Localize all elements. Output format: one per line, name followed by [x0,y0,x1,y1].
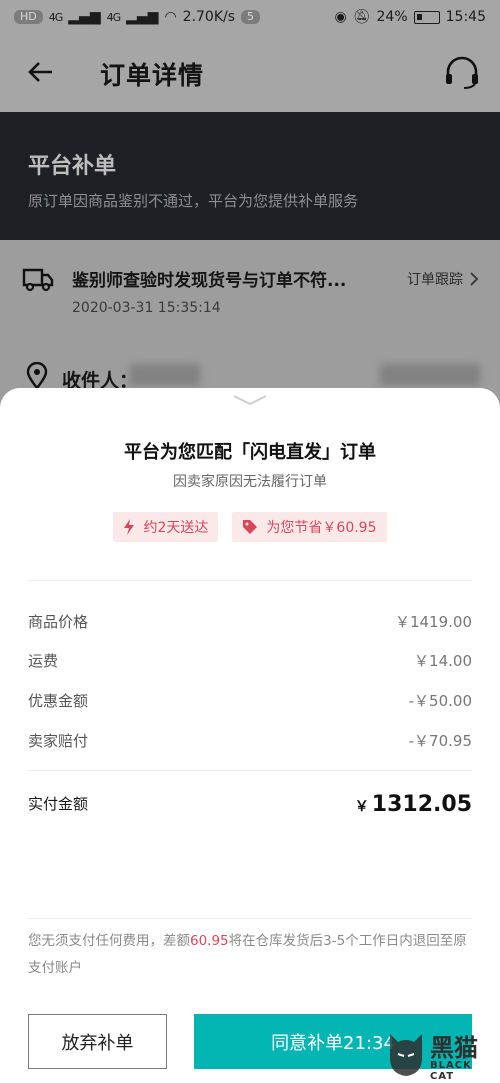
signal-4g-2: 4G [106,10,121,24]
address-row: 收件人： [0,334,500,394]
recipient-phone-redacted [380,364,480,386]
total-amount: ￥ 1312.05 [355,792,472,817]
customer-service-button[interactable] [442,54,482,90]
battery-icon [413,10,440,24]
mute-bell-icon: 🔕︎ [352,9,371,25]
battery-percent: 24% [376,9,408,25]
fee-value: -￥70.95 [408,732,472,750]
order-tracking-label: 订单跟踪 [407,272,463,288]
savings-text: 为您节省￥60.95 [266,520,377,536]
sheet-title: 平台为您匹配「闪电直发」订单 [124,442,376,463]
tracking-row[interactable]: 鉴别师查验时发现货号与订单不符... 2020-03-31 15:35:14 订… [0,240,500,334]
truck-icon [22,268,54,292]
watermark-en: BLACK CAT [430,1060,472,1082]
app-header: 订单详情 [0,34,500,112]
notice-pre: 您无须支付任何费用，差额 [28,933,190,949]
banner-subtitle: 原订单因商品鉴别不通过，平台为您提供补单服务 [28,192,359,210]
status-bar: HD 4G ▂▄▆ 4G ▂▄▆ ◠ 2.70K/s 5 ◉ 🔕︎ 24% 15… [0,0,500,34]
page-title: 订单详情 [100,61,205,90]
reorder-sheet: 平台为您匹配「闪电直发」订单 因卖家原因无法履行订单 约2天送达 为您节省￥60… [0,388,500,1083]
divider [28,770,472,771]
savings-tag: 为您节省￥60.95 [232,512,387,542]
tracking-time: 2020-03-31 15:35:14 [72,300,221,316]
headset-icon [446,56,478,89]
order-tracking-link[interactable]: 订单跟踪 [407,269,479,289]
watermark-cn: 黑猫 [430,1034,478,1062]
banner-title: 平台补单 [28,154,117,179]
total-label: 实付金额 [28,795,89,813]
divider [28,918,472,919]
back-button[interactable] [24,56,56,88]
lightning-icon [124,519,135,535]
fee-label: 商品价格 [28,613,89,631]
fee-value: ￥1419.00 [394,613,472,631]
fee-row-compensation: 卖家赔付 -￥70.95 [28,730,472,751]
chevron-down-icon[interactable] [232,392,268,408]
location-pin-icon [26,362,48,390]
fee-row-price: 商品价格 ￥1419.00 [28,611,472,632]
eye-icon: ◉ [334,9,347,25]
signal-bars-icon-2: ▂▄▆ [126,9,159,25]
abandon-reorder-button[interactable]: 放弃补单 [28,1014,167,1069]
network-speed: 2.70K/s [182,9,236,25]
wifi-icon: ◠ [164,9,177,25]
chevron-right-icon [470,272,479,286]
price-tag-icon [243,520,258,534]
black-cat-logo-icon [390,1034,422,1076]
reorder-banner: 平台补单 原订单因商品鉴别不通过，平台为您提供补单服务 [0,112,500,240]
total-value: 1312.05 [371,792,472,817]
fee-value: -￥50.00 [408,692,472,710]
signal-4g-1: 4G [48,10,63,24]
total-currency: ￥ [354,799,369,815]
refund-notice: 您无须支付任何费用，差额60.95将在仓库发货后3-5个工作日内退回至原支付账户 [28,928,476,982]
benefit-tags: 约2天送达 为您节省￥60.95 [0,512,500,542]
tracking-title: 鉴别师查验时发现货号与订单不符... [72,271,347,291]
fee-value: ￥14.00 [414,652,472,670]
delivery-time-text: 约2天送达 [143,520,209,536]
notice-highlight-amount: 60.95 [190,933,229,949]
back-arrow-icon [28,62,52,82]
notification-count: 5 [241,10,261,24]
sheet-subtitle: 因卖家原因无法履行订单 [173,474,327,490]
hd-badge: HD [14,10,43,24]
recipient-name-redacted [130,364,200,386]
fee-row-shipping: 运费 ￥14.00 [28,650,472,671]
divider [28,580,472,581]
fee-label: 运费 [28,652,59,670]
signal-bars-icon-1: ▂▄▆ [68,9,101,25]
watermark: 黑猫 BLACK CAT [386,1028,496,1082]
fee-row-discount: 优惠金额 -￥50.00 [28,690,472,711]
fee-label: 优惠金额 [28,692,89,710]
delivery-time-tag: 约2天送达 [113,512,219,542]
clock: 15:45 [445,9,486,25]
fee-label: 卖家赔付 [28,732,89,750]
